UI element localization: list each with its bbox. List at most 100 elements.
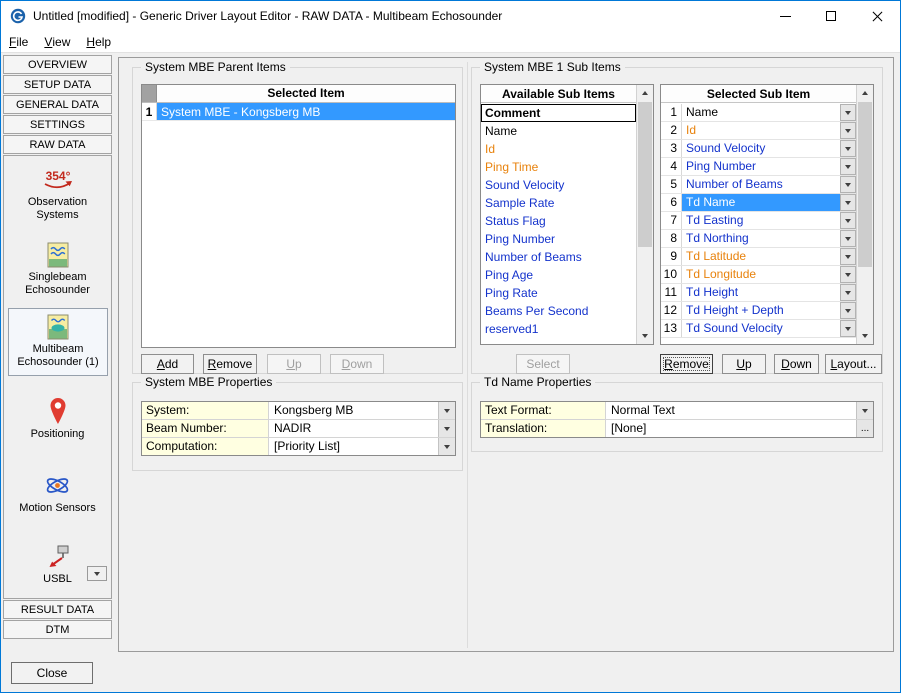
row-dropdown-arrow[interactable]	[840, 284, 856, 301]
titlebar: Untitled [modified] - Generic Driver Lay…	[1, 1, 900, 31]
table-row[interactable]: 2 Id	[661, 122, 856, 140]
dropdown-arrow-button[interactable]	[856, 402, 873, 419]
table-row[interactable]: 3 Sound Velocity	[661, 140, 856, 158]
ellipsis-button[interactable]: ...	[856, 420, 873, 437]
table-row[interactable]: 12 Td Height + Depth	[661, 302, 856, 320]
list-item[interactable]: Number of Beams	[481, 248, 636, 266]
property-value[interactable]: Normal Text	[606, 402, 856, 419]
table-row[interactable]: 9 Td Latitude	[661, 248, 856, 266]
scroll-down-button[interactable]	[857, 328, 873, 344]
sidebar-item-multibeam-echosounder[interactable]: Multibeam Echosounder (1)	[8, 308, 108, 376]
sidebar-item-positioning[interactable]: Positioning	[9, 396, 106, 441]
row-dropdown-arrow[interactable]	[840, 140, 856, 157]
table-row[interactable]: 13 Td Sound Velocity	[661, 320, 856, 338]
available-list-scrollbar[interactable]	[636, 85, 653, 344]
list-item[interactable]: Ping Number	[481, 230, 636, 248]
up-sub-item-button[interactable]: Up	[722, 354, 766, 374]
close-button[interactable]: Close	[11, 662, 93, 684]
row-dropdown-arrow[interactable]	[840, 212, 856, 229]
sidebar-item-observation-systems[interactable]: 354° Observation Systems	[9, 168, 106, 222]
row-dropdown-arrow[interactable]	[840, 248, 856, 265]
sidebar-item-motion-sensors[interactable]: Motion Sensors	[9, 472, 106, 515]
pane-splitter[interactable]	[467, 62, 468, 648]
list-item[interactable]: Ping Time	[481, 158, 636, 176]
row-value: Sound Velocity	[682, 140, 840, 157]
layout-button[interactable]: Layout...	[825, 354, 882, 374]
select-button: Select	[516, 354, 570, 374]
row-dropdown-arrow[interactable]	[840, 230, 856, 247]
sidebar-item-label: Observation Systems	[9, 196, 106, 222]
add-button[interactable]: Add	[141, 354, 194, 374]
scroll-up-button[interactable]	[637, 85, 653, 101]
table-row[interactable]: 4 Ping Number	[661, 158, 856, 176]
down-sub-item-button[interactable]: Down	[774, 354, 819, 374]
remove-sub-item-button[interactable]: Remove	[660, 354, 713, 374]
row-dropdown-arrow[interactable]	[840, 158, 856, 175]
list-item[interactable]: Name	[481, 122, 636, 140]
close-window-button[interactable]	[854, 1, 900, 31]
sidebar-item-singlebeam-echosounder[interactable]: Singlebeam Echosounder	[9, 242, 106, 297]
table-row[interactable]: 1 Name	[661, 104, 856, 122]
maximize-button[interactable]	[808, 1, 854, 31]
sidebar-item-raw-data[interactable]: RAW DATA	[3, 135, 112, 154]
table-row[interactable]: 8 Td Northing	[661, 230, 856, 248]
scrollbar-thumb[interactable]	[858, 102, 872, 267]
category-scroll-down-button[interactable]	[87, 566, 107, 581]
sidebar-item-general-data[interactable]: GENERAL DATA	[3, 95, 112, 114]
selected-table-scrollbar[interactable]	[856, 85, 873, 344]
table-row-selected[interactable]: 6 Td Name	[661, 194, 856, 212]
menu-file[interactable]: File	[1, 31, 36, 52]
remove-button[interactable]: Remove	[203, 354, 257, 374]
row-number: 1	[661, 104, 682, 121]
table-row[interactable]: 11 Td Height	[661, 284, 856, 302]
dropdown-arrow-button[interactable]	[438, 402, 455, 419]
list-item[interactable]: Ping Rate	[481, 284, 636, 302]
list-item[interactable]: Ping Age	[481, 266, 636, 284]
sidebar-item-overview[interactable]: OVERVIEW	[3, 55, 112, 74]
property-value[interactable]: NADIR	[269, 420, 438, 437]
property-row: System: Kongsberg MB	[142, 402, 455, 420]
sidebar-item-settings[interactable]: SETTINGS	[3, 115, 112, 134]
dropdown-arrow-button[interactable]	[438, 438, 455, 455]
table-row[interactable]: 10 Td Longitude	[661, 266, 856, 284]
sidebar-item-setup-data[interactable]: SETUP DATA	[3, 75, 112, 94]
list-item[interactable]: Comment	[481, 104, 636, 122]
list-item[interactable]: Status Flag	[481, 212, 636, 230]
app-window: Untitled [modified] - Generic Driver Lay…	[0, 0, 901, 693]
scroll-down-icon	[862, 334, 868, 338]
row-dropdown-arrow[interactable]	[840, 122, 856, 139]
menu-view[interactable]: View	[36, 31, 78, 52]
row-dropdown-arrow[interactable]	[840, 176, 856, 193]
list-item[interactable]: Sound Velocity	[481, 176, 636, 194]
scroll-down-button[interactable]	[637, 328, 653, 344]
list-item[interactable]: Sample Rate	[481, 194, 636, 212]
dropdown-arrow-button[interactable]	[438, 420, 455, 437]
chevron-down-icon	[845, 273, 851, 277]
row-number: 5	[661, 176, 682, 193]
row-dropdown-arrow[interactable]	[840, 302, 856, 319]
group-title: System MBE Properties	[141, 375, 276, 389]
list-item[interactable]: Beams Per Second	[481, 302, 636, 320]
list-item[interactable]: reserved1	[481, 320, 636, 338]
row-number: 10	[661, 266, 682, 283]
row-dropdown-arrow[interactable]	[840, 104, 856, 121]
scrollbar-thumb[interactable]	[638, 102, 652, 247]
sidebar-item-result-data[interactable]: RESULT DATA	[3, 600, 112, 619]
chevron-down-icon	[845, 201, 851, 205]
row-dropdown-arrow[interactable]	[840, 194, 856, 211]
table-row[interactable]: 7 Td Easting	[661, 212, 856, 230]
row-number: 13	[661, 320, 682, 337]
menu-help[interactable]: Help	[78, 31, 119, 52]
property-value[interactable]: Kongsberg MB	[269, 402, 438, 419]
property-value[interactable]: [None]	[606, 420, 856, 437]
table-row[interactable]: 1 System MBE - Kongsberg MB	[142, 103, 455, 121]
minimize-button[interactable]	[762, 1, 808, 31]
sidebar-item-dtm[interactable]: DTM	[3, 620, 112, 639]
row-dropdown-arrow[interactable]	[840, 266, 856, 283]
property-value[interactable]: [Priority List]	[269, 438, 438, 455]
chevron-down-icon	[845, 165, 851, 169]
list-item[interactable]: Id	[481, 140, 636, 158]
row-dropdown-arrow[interactable]	[840, 320, 856, 337]
table-row[interactable]: 5 Number of Beams	[661, 176, 856, 194]
scroll-up-button[interactable]	[857, 85, 873, 101]
